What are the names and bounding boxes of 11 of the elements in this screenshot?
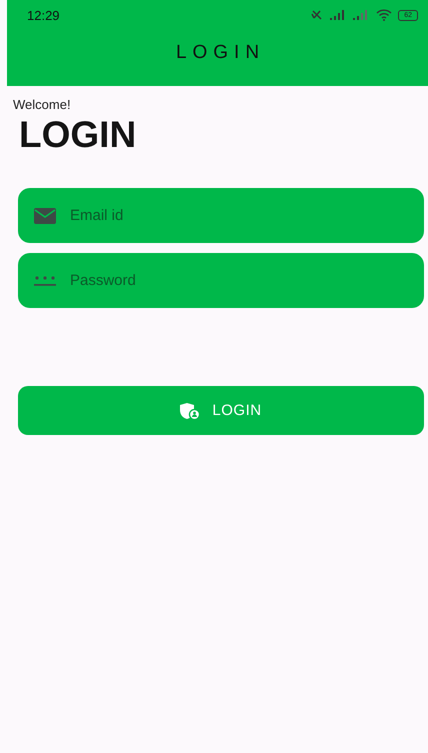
password-icon — [34, 274, 56, 286]
login-button[interactable]: LOGIN — [18, 386, 424, 435]
app-bar-title: LOGIN — [176, 42, 266, 63]
envelope-icon — [34, 208, 56, 224]
status-time: 12:29 — [27, 8, 61, 22]
login-heading: LOGIN — [19, 114, 138, 156]
password-field[interactable]: Password — [18, 253, 424, 308]
shield-user-icon — [180, 402, 200, 420]
welcome-text: Welcome! — [13, 97, 72, 112]
wifi-icon — [376, 9, 392, 21]
email-field[interactable]: Email id — [18, 188, 424, 243]
